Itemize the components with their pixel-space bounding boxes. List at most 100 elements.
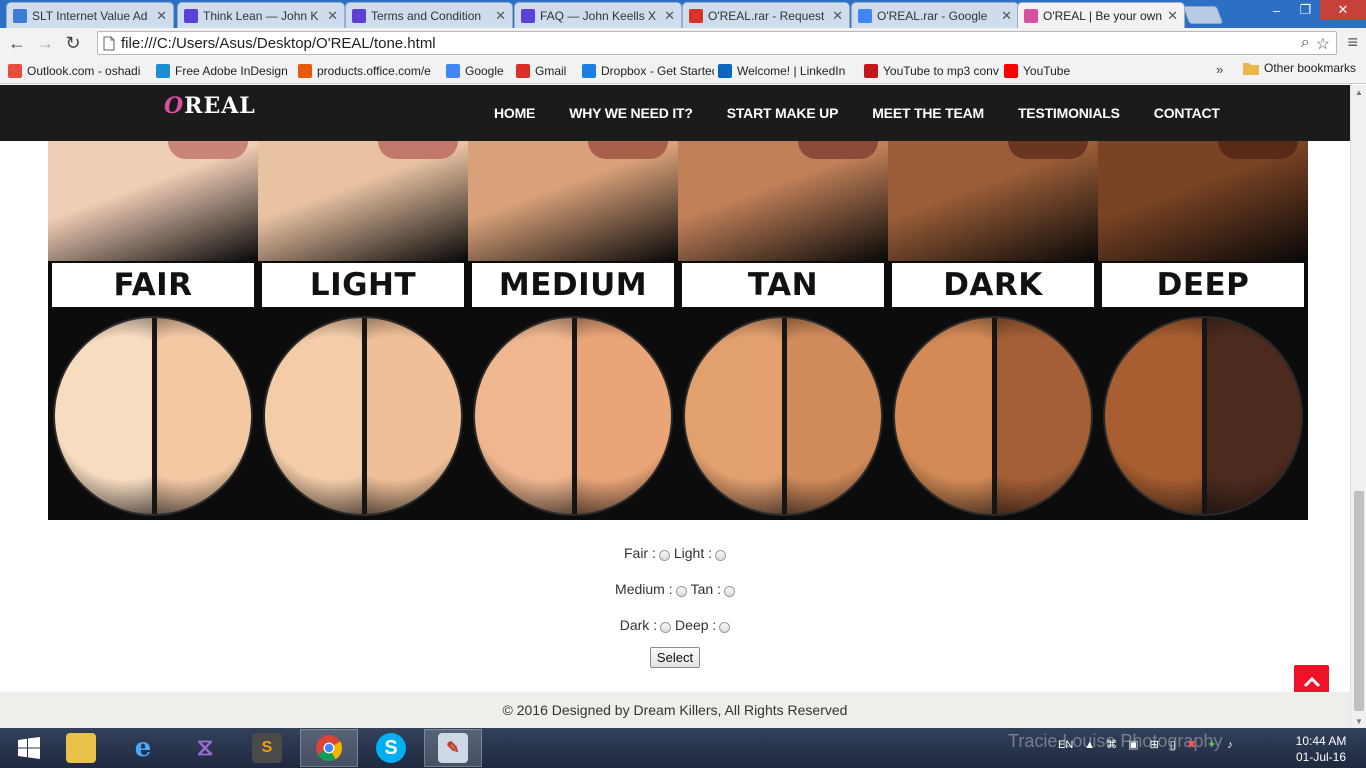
nav-link-start-make-up[interactable]: START MAKE UP <box>710 105 855 121</box>
tab-close-icon[interactable]: ✕ <box>1001 8 1012 24</box>
taskbar-sublime[interactable]: S <box>238 729 296 767</box>
tab-2[interactable]: Think Lean — John K ✕ <box>177 2 345 28</box>
tray-battery-icon[interactable]: ▯ <box>1170 738 1176 751</box>
x-logo-icon <box>521 8 535 23</box>
zoom-icon[interactable]: ⌕ <box>1301 34 1310 54</box>
language-indicator[interactable]: EN <box>1058 739 1073 751</box>
tab-1[interactable]: SLT Internet Value Ad ✕ <box>6 2 174 28</box>
tone-option-tan[interactable]: Tan : <box>691 581 735 597</box>
tone-column-fair: FAIR <box>48 141 258 520</box>
radio-light[interactable] <box>715 549 727 561</box>
tab-close-icon[interactable]: ✕ <box>495 8 506 24</box>
forward-icon[interactable]: → <box>31 29 59 57</box>
lips <box>168 141 248 159</box>
radio-deep[interactable] <box>719 621 731 633</box>
tab-4[interactable]: FAQ — John Keells X ✕ <box>514 2 682 28</box>
tray-shield-icon[interactable]: ✦ <box>1207 738 1216 751</box>
nav-link-testimonials[interactable]: TESTIMONIALS <box>1001 105 1137 121</box>
radio-dark[interactable] <box>660 621 672 633</box>
bookmark-star-icon[interactable]: ☆ <box>1316 34 1330 54</box>
bookmark-label: Outlook.com - oshadi <box>27 63 141 78</box>
oreal-icon <box>1024 8 1038 23</box>
tone-option-light[interactable]: Light : <box>674 545 727 561</box>
nav-link-home[interactable]: HOME <box>483 105 552 121</box>
nav-link-why-we-need-it[interactable]: WHY WE NEED IT? <box>552 105 710 121</box>
taskbar-paint[interactable]: ✎ <box>424 729 482 767</box>
tab-close-icon[interactable]: ✕ <box>832 8 843 24</box>
back-icon[interactable]: ← <box>3 29 31 57</box>
page-scrollbar[interactable]: ▲ ▼ <box>1350 85 1366 728</box>
volume-icon[interactable]: ♪ <box>1227 739 1233 751</box>
slt-icon <box>13 8 27 23</box>
bookmark-label: Gmail <box>535 63 567 78</box>
radio-fair[interactable] <box>658 549 670 561</box>
oreal-logo[interactable]: OREAL <box>164 93 256 119</box>
scroll-up-icon[interactable]: ▲ <box>1351 85 1366 99</box>
swatch-right <box>365 318 461 514</box>
menu-icon[interactable]: ≡ <box>1347 32 1358 53</box>
folder-icon <box>1243 62 1259 75</box>
tone-option-medium[interactable]: Medium : <box>615 581 687 597</box>
chevron-up-icon <box>1303 676 1320 688</box>
tab-7[interactable]: O'REAL | Be your own ✕ <box>1017 2 1185 28</box>
taskbar-file-explorer[interactable] <box>52 729 110 767</box>
select-button[interactable]: Select <box>649 647 701 668</box>
other-bookmarks[interactable]: Other bookmarks <box>1243 61 1356 75</box>
bookmark-2[interactable]: Free Adobe InDesign <box>152 60 294 82</box>
bookmark-6[interactable]: Dropbox - Get Started <box>578 60 714 82</box>
bookmark-label: Google <box>465 63 504 78</box>
tab-6[interactable]: O'REAL.rar - Google ✕ <box>851 2 1019 28</box>
taskbar-internet-explorer[interactable]: e <box>114 729 172 767</box>
bookmark-4[interactable]: Google <box>442 60 512 82</box>
restore-icon[interactable]: ❐ <box>1291 0 1320 20</box>
tab-close-icon[interactable]: ✕ <box>1167 8 1178 24</box>
taskbar-skype[interactable]: S <box>362 729 420 767</box>
tray-windows-icon[interactable]: ⊞ <box>1150 738 1159 751</box>
foundation-swatch <box>683 316 883 516</box>
tab-close-icon[interactable]: ✕ <box>156 8 167 24</box>
bookmark-8[interactable]: YouTube to mp3 conv <box>860 60 1000 82</box>
bookmark-3[interactable]: products.office.com/e <box>294 60 442 82</box>
clock[interactable]: 10:44 AM 01-Jul-16 <box>1286 733 1356 765</box>
close-window-icon[interactable]: ✕ <box>1320 0 1366 20</box>
new-tab-button[interactable] <box>1182 6 1224 24</box>
tab-close-icon[interactable]: ✕ <box>327 8 338 24</box>
scroll-down-icon[interactable]: ▼ <box>1351 714 1366 728</box>
tone-option-dark[interactable]: Dark : <box>620 617 672 633</box>
bookmark-5[interactable]: Gmail <box>512 60 578 82</box>
tray-network-icon[interactable]: ⌘ <box>1106 738 1117 751</box>
skin-photo <box>1098 141 1308 261</box>
radio-tan[interactable] <box>723 585 735 597</box>
address-bar[interactable]: file:///C:/Users/Asus/Desktop/O'REAL/ton… <box>97 31 1337 55</box>
tone-option-deep[interactable]: Deep : <box>675 617 731 633</box>
start-button[interactable] <box>0 729 58 767</box>
radio-medium[interactable] <box>675 585 687 597</box>
tab-5[interactable]: O'REAL.rar - Request ✕ <box>682 2 850 28</box>
site-navbar: OREAL HOME WHY WE NEED IT? START MAKE UP ME… <box>0 85 1350 141</box>
logo-text: REAL <box>184 93 256 119</box>
tray-up-arrow-icon[interactable]: ▲ <box>1084 739 1095 751</box>
minimize-icon[interactable]: – <box>1262 0 1291 20</box>
reload-icon[interactable]: ↻ <box>59 29 87 57</box>
nav-link-meet-the-team[interactable]: MEET THE TEAM <box>855 105 1001 121</box>
bookmark-7[interactable]: Welcome! | LinkedIn <box>714 60 860 82</box>
bookmark-1[interactable]: Outlook.com - oshadi <box>4 60 152 82</box>
taskbar-visual-studio[interactable]: ⧖ <box>176 729 234 767</box>
tone-option-fair[interactable]: Fair : <box>624 545 670 561</box>
tab-label: Think Lean — John K <box>203 8 319 23</box>
tray-warning-icon[interactable]: ✖ <box>1187 738 1196 751</box>
swatch-left <box>265 318 365 514</box>
tray-display-icon[interactable]: ▣ <box>1128 738 1138 751</box>
scrollbar-thumb[interactable] <box>1354 491 1364 711</box>
tab-close-icon[interactable]: ✕ <box>664 8 675 24</box>
bookmark-9[interactable]: YouTube <box>1000 60 1080 82</box>
tone-column-medium: MEDIUM <box>468 141 678 520</box>
foundation-swatch <box>893 316 1093 516</box>
window-controls: – ❐ ✕ <box>1262 0 1366 20</box>
more-bookmarks-icon[interactable]: » <box>1216 62 1223 77</box>
taskbar-chrome[interactable] <box>300 729 358 767</box>
nav-link-contact[interactable]: CONTACT <box>1137 105 1237 121</box>
internet-explorer-icon: e <box>134 733 152 763</box>
form-row: Fair : Light : <box>0 535 1350 571</box>
tab-3[interactable]: Terms and Condition ✕ <box>345 2 513 28</box>
